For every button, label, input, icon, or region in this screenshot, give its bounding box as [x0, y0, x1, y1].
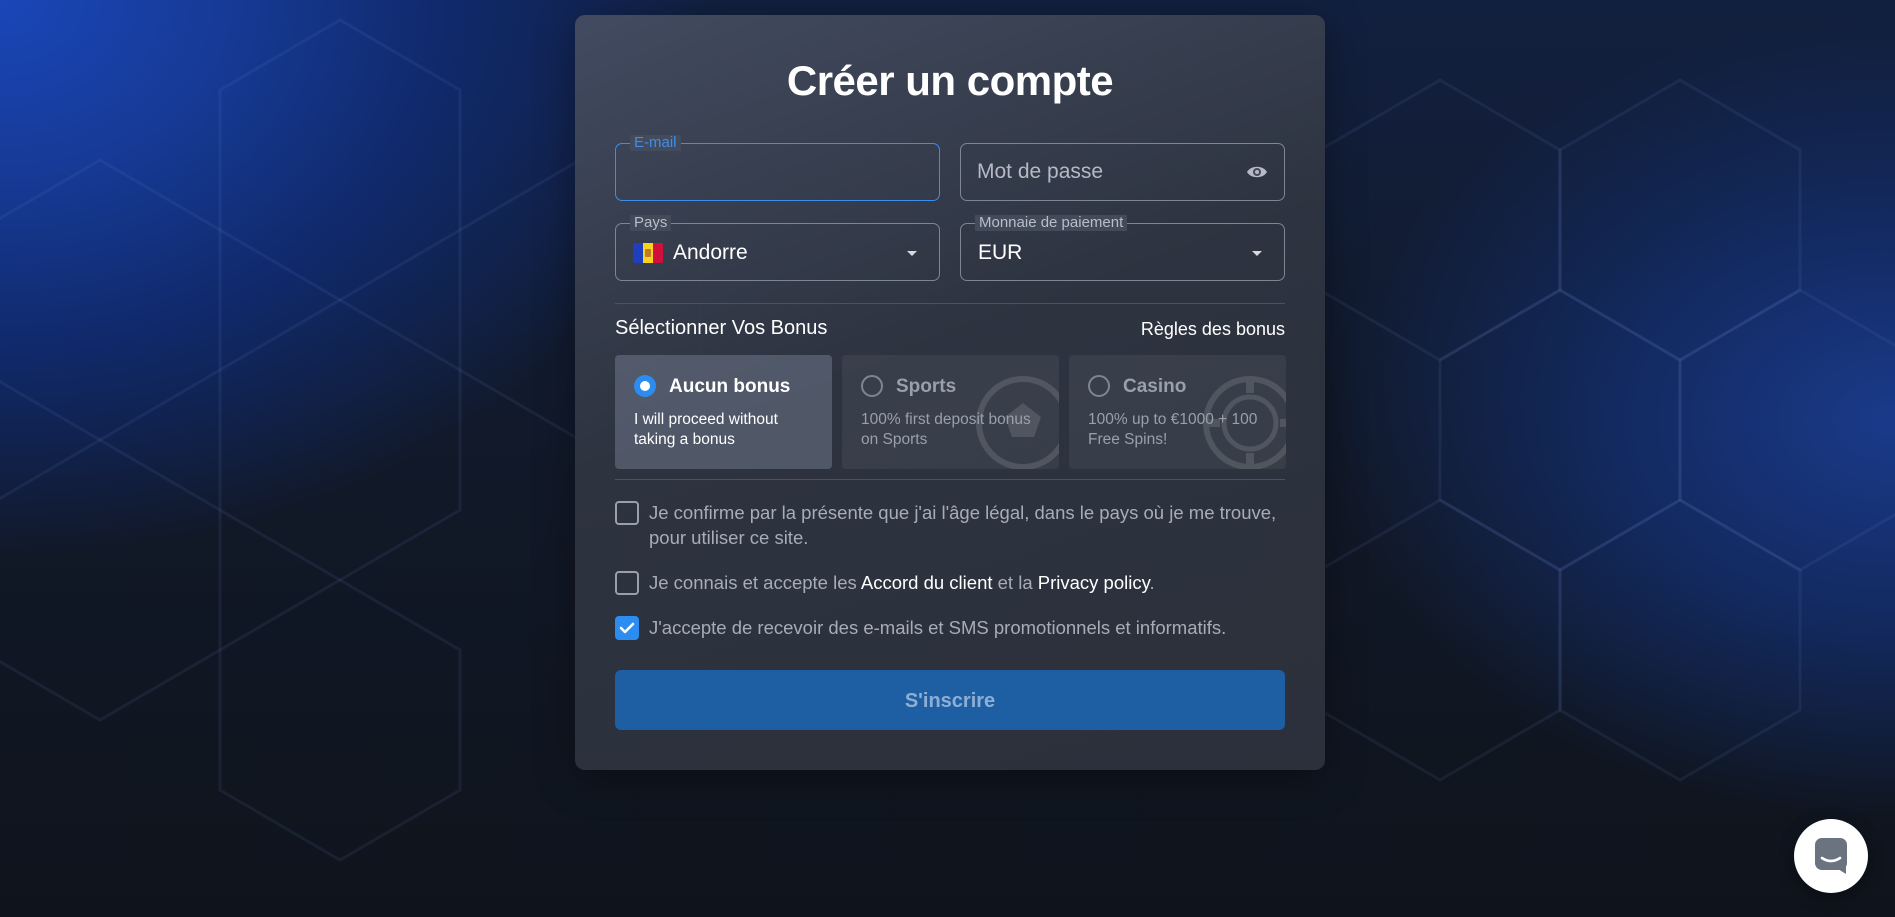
- eye-icon[interactable]: [1246, 162, 1268, 187]
- client-agreement-link[interactable]: Accord du client: [861, 572, 993, 593]
- country-value: Andorre: [673, 241, 748, 264]
- email-field[interactable]: E-mail: [615, 135, 940, 201]
- page-title: Créer un compte: [786, 57, 1114, 104]
- chevron-down-icon: [907, 251, 917, 256]
- signup-card: Créer un compte E-mail Pays Andorre Monn…: [575, 15, 1325, 770]
- currency-value: EUR: [978, 241, 1023, 264]
- password-field[interactable]: [960, 143, 1285, 201]
- terms-consent-text: Je connais et accepte les Accord du clie…: [649, 572, 1155, 593]
- bonus-option-casino[interactable]: Casino 100% up to €1000 + 100 Free Spins…: [1069, 355, 1286, 469]
- marketing-consent-text: J'accepte de recevoir des e-mails et SMS…: [649, 617, 1227, 638]
- divider: [615, 479, 1285, 480]
- age-checkbox[interactable]: [615, 501, 639, 525]
- country-label: Pays: [630, 215, 672, 231]
- bonus-description: 100% up to €1000 + 100 Free Spins!: [1088, 411, 1258, 448]
- andorra-flag-icon: [633, 243, 663, 263]
- bonus-name: Aucun bonus: [669, 376, 791, 397]
- divider: [615, 303, 1285, 304]
- age-consent-text: Je confirme par la présente que j'ai l'â…: [649, 502, 1277, 548]
- signup-button[interactable]: S'inscrire: [615, 670, 1285, 730]
- currency-select[interactable]: Monnaie de paiement EUR: [960, 215, 1285, 281]
- chevron-down-icon: [1252, 251, 1262, 256]
- country-select[interactable]: Pays Andorre: [615, 215, 940, 281]
- terms-consent-row: Je connais et accepte les Accord du clie…: [615, 570, 1155, 595]
- bonus-rules-link[interactable]: Règles des bonus: [1141, 319, 1285, 340]
- marketing-checkbox[interactable]: [615, 616, 639, 640]
- password-input[interactable]: [961, 144, 1284, 200]
- chat-launcher-button[interactable]: [1794, 819, 1868, 893]
- radio-selected[interactable]: [634, 375, 656, 397]
- bonus-name: Casino: [1123, 376, 1187, 397]
- radio-unselected[interactable]: [1088, 375, 1110, 397]
- age-consent-row: Je confirme par la présente que j'ai l'â…: [615, 500, 1285, 550]
- bonus-description: 100% first deposit bonus on Sports: [861, 411, 1031, 448]
- bonus-option-sports[interactable]: Sports 100% first deposit bonus on Sport…: [842, 355, 1059, 469]
- marketing-consent-row: J'accepte de recevoir des e-mails et SMS…: [615, 615, 1226, 640]
- privacy-policy-link[interactable]: Privacy policy: [1038, 572, 1150, 593]
- check-icon: [619, 622, 635, 634]
- radio-unselected[interactable]: [861, 375, 883, 397]
- bonus-description: I will proceed without taking a bonus: [634, 411, 778, 448]
- terms-checkbox[interactable]: [615, 571, 639, 595]
- currency-label: Monnaie de paiement: [975, 215, 1128, 231]
- email-input[interactable]: [616, 144, 939, 200]
- bonus-option-none[interactable]: Aucun bonus I will proceed without takin…: [615, 355, 832, 469]
- bonus-name: Sports: [896, 376, 957, 397]
- chat-icon: [1815, 838, 1847, 874]
- bonus-section-title: Sélectionner Vos Bonus: [615, 317, 828, 339]
